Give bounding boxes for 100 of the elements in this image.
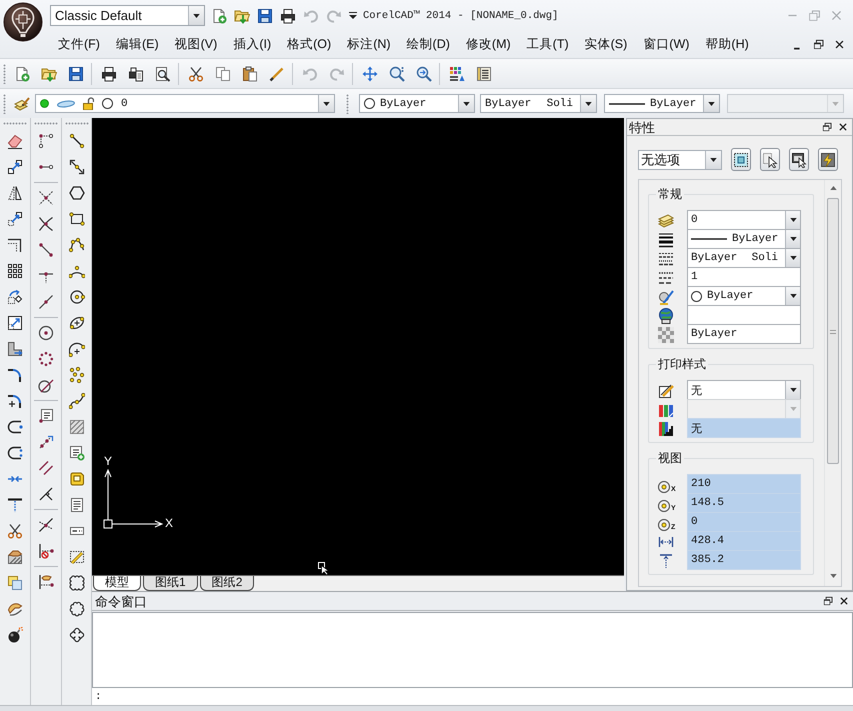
linetype-dropdown[interactable]: ByLayer Soli <box>480 94 597 113</box>
bomb-icon[interactable] <box>7 627 23 643</box>
ellipse-icon[interactable] <box>68 315 84 331</box>
points-icon[interactable] <box>68 367 84 383</box>
selection-dropdown[interactable]: 无选项 <box>638 150 722 170</box>
menu-item[interactable]: 绘制(D) <box>406 34 450 54</box>
new-file-icon[interactable] <box>14 66 30 82</box>
drawing-canvas[interactable]: Y X <box>92 118 624 575</box>
cloud-shape-icon[interactable] <box>68 627 84 643</box>
mirror-triangles-icon[interactable] <box>7 185 23 201</box>
menu-item[interactable]: 标注(N) <box>347 34 391 54</box>
command-input-field[interactable]: : <box>92 688 853 705</box>
overlapping-squares-icon[interactable] <box>7 575 23 591</box>
text-page-icon[interactable] <box>68 497 84 513</box>
dropdown-button[interactable] <box>785 287 800 305</box>
dropdown-button[interactable] <box>458 95 474 112</box>
flag-dots-icon[interactable] <box>38 574 54 590</box>
printer-icon[interactable] <box>280 8 296 24</box>
no-sign-icon[interactable] <box>38 543 54 559</box>
arrow-squares-icon[interactable] <box>7 159 23 175</box>
menu-item[interactable]: 修改(M) <box>466 34 511 54</box>
scissors-icon[interactable] <box>7 523 23 539</box>
arc-icon[interactable] <box>68 263 84 279</box>
printer-page-icon[interactable] <box>128 66 144 82</box>
block-icon[interactable] <box>68 471 84 487</box>
double-arrow-line-icon[interactable] <box>68 159 84 175</box>
scrollbar-thumb[interactable] <box>827 198 839 464</box>
app-logo-icon[interactable] <box>3 2 43 42</box>
layer-dropdown[interactable]: 0 <box>35 94 335 113</box>
four-arrows-icon[interactable] <box>362 66 378 82</box>
dotted-corner-icon[interactable] <box>38 133 54 149</box>
menu-item[interactable]: 实体(S) <box>584 34 628 54</box>
circle-tangent-icon[interactable] <box>38 377 54 393</box>
menu-item[interactable]: 窗口(W) <box>643 34 690 54</box>
lineweight-dropdown[interactable]: ByLayer <box>687 229 801 249</box>
circle-dots-icon[interactable] <box>38 351 54 367</box>
width-field[interactable]: 428.4 <box>687 531 801 551</box>
lightning-button[interactable] <box>818 148 838 171</box>
crossing-lines-icon[interactable] <box>38 517 54 533</box>
rotate-arrow-icon[interactable] <box>7 289 23 305</box>
c-shape-dot-icon[interactable] <box>7 419 23 435</box>
folder-icon[interactable] <box>40 66 56 82</box>
layers-pencil-icon[interactable] <box>14 96 30 112</box>
magnifier-icon[interactable] <box>388 66 404 82</box>
rectangle-icon[interactable] <box>68 211 84 227</box>
height-field[interactable]: 385.2 <box>687 550 801 570</box>
l-shape-arrow-icon[interactable] <box>7 341 23 357</box>
hyperlink-field[interactable] <box>687 305 801 325</box>
select-pointer-button[interactable] <box>760 148 780 171</box>
rounded-corner-plus-icon[interactable] <box>7 393 23 409</box>
hatched-box-shape-icon[interactable] <box>7 549 23 565</box>
folder-icon[interactable] <box>234 8 250 24</box>
menu-item[interactable]: 格式(O) <box>287 34 332 54</box>
restore-icon[interactable] <box>822 122 832 132</box>
center-z-field[interactable]: 0 <box>687 512 801 532</box>
center-y-field[interactable]: 148.5 <box>687 493 801 513</box>
dropdown-button[interactable] <box>705 150 721 168</box>
right-angle-icon[interactable] <box>38 486 54 502</box>
select-objects-button[interactable] <box>731 148 751 171</box>
circle-center-icon[interactable] <box>38 325 54 341</box>
rounded-corner-icon[interactable] <box>7 367 23 383</box>
spline-icon[interactable] <box>68 393 84 409</box>
hatch-square-icon[interactable] <box>68 419 84 435</box>
dropdown-button[interactable] <box>785 381 800 399</box>
menu-item[interactable]: 插入(I) <box>233 34 272 54</box>
dropdown-button[interactable] <box>785 249 800 267</box>
center-x-field[interactable]: 210 <box>687 474 801 494</box>
menu-item[interactable]: 工具(T) <box>526 34 569 54</box>
eraser-icon[interactable] <box>7 133 23 149</box>
menu-item[interactable]: 文件(F) <box>58 34 100 54</box>
workspace-dropdown[interactable]: Classic Default <box>50 5 205 26</box>
scale-square-icon[interactable] <box>7 315 23 331</box>
close-icon[interactable] <box>839 596 849 606</box>
plot-style-dropdown[interactable]: 无 <box>687 380 801 400</box>
polyline-icon[interactable] <box>68 237 84 253</box>
c-shape-dots-icon[interactable] <box>7 445 23 461</box>
parallel-lines-icon[interactable] <box>38 460 54 476</box>
text-plus-icon[interactable] <box>68 445 84 461</box>
crossing-dot-icon[interactable] <box>38 190 54 206</box>
curved-shape-icon[interactable] <box>7 601 23 617</box>
grid-icon[interactable] <box>7 263 23 279</box>
menu-item[interactable]: 帮助(H) <box>705 34 749 54</box>
hexagon-icon[interactable] <box>68 185 84 201</box>
close-icon[interactable] <box>838 122 848 132</box>
magnifier-arrows-icon[interactable] <box>416 66 432 82</box>
linetype-dropdown[interactable]: ByLayer Soli <box>687 248 801 268</box>
restore-icon[interactable] <box>813 38 824 50</box>
caret-down-icon[interactable] <box>830 574 836 578</box>
transparency-field[interactable]: ByLayer <box>687 324 801 344</box>
extend-line-icon[interactable] <box>7 497 23 513</box>
plot-style-field[interactable]: 无 <box>687 418 801 438</box>
lineweight-dropdown[interactable]: ByLayer <box>604 94 720 113</box>
arc-plus-icon[interactable] <box>68 341 84 357</box>
menu-item[interactable]: 编辑(E) <box>116 34 159 54</box>
color-grid-icon[interactable] <box>448 66 464 82</box>
dropdown-button[interactable] <box>188 6 204 25</box>
dashed-rect-pencil-icon[interactable] <box>68 549 84 565</box>
pages-icon[interactable] <box>214 66 230 82</box>
close-icon[interactable] <box>834 38 845 50</box>
curved-crossing-icon[interactable] <box>38 216 54 232</box>
